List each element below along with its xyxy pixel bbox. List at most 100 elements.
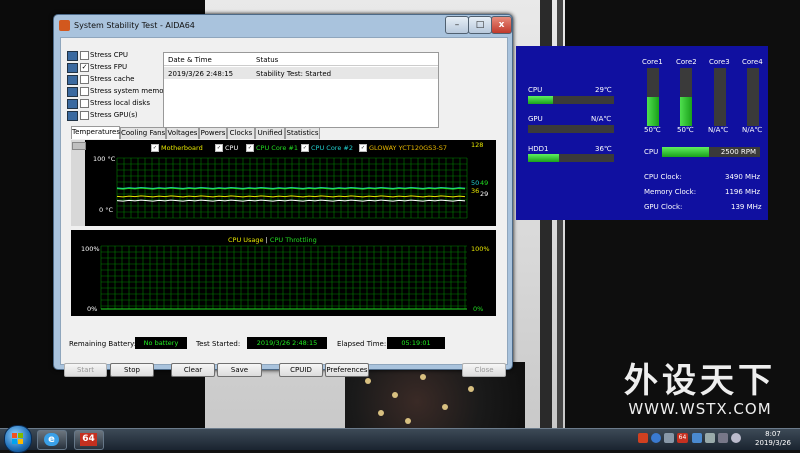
legend-checkbox[interactable]: ✓ [151, 144, 159, 152]
taskbar-ie-button[interactable]: e [37, 430, 67, 450]
tab-statistics[interactable]: Statistics [285, 127, 320, 139]
tab-voltages[interactable]: Voltages [166, 127, 199, 139]
core2-bar [680, 68, 692, 126]
save-button[interactable]: Save [217, 363, 262, 377]
stress-option[interactable]: Stress GPU(s) [67, 110, 167, 122]
core1-bar-fill [647, 97, 659, 126]
temperature-graph: ✓ Motherboard ✓ CPU ✓ CPU Core #1 ✓ CPU Core #2… [71, 140, 496, 226]
legend-item[interactable]: ✓ CPU [215, 144, 238, 152]
stress-option[interactable]: Stress local disks [67, 98, 167, 110]
hdd-temp-bar-fill [528, 154, 559, 162]
status-row: Remaining Battery: No battery Test Start… [69, 337, 509, 351]
cpuid-button[interactable]: CPUID [279, 363, 323, 377]
cpu-temp-bar-fill [528, 96, 553, 104]
gpu-icon [67, 111, 78, 121]
clear-button[interactable]: Clear [171, 363, 215, 377]
core2-bar-fill [680, 97, 692, 126]
fpu-icon [67, 63, 78, 73]
stress-options: Stress CPU ✓ Stress FPU Stress cache Stress … [67, 50, 171, 122]
stress-checkbox[interactable]: ✓ [80, 63, 89, 72]
legend-checkbox[interactable]: ✓ [301, 144, 309, 152]
log-table: Date & Time Status 2019/3/26 2:48:15 Sta… [163, 52, 439, 128]
keyboard-icon[interactable] [664, 433, 674, 443]
system-clock[interactable]: 8:07 2019/3/26 [748, 430, 798, 448]
core3-bar [714, 68, 726, 126]
help-icon[interactable] [651, 433, 661, 443]
col-date-time[interactable]: Date & Time [168, 56, 212, 64]
stress-label: Stress system memory [90, 87, 171, 95]
stress-option[interactable]: ✓ Stress FPU [67, 62, 167, 74]
tray-aida-icon[interactable] [638, 433, 648, 443]
close-window-button[interactable]: x [491, 16, 512, 34]
gpu-temp-label: GPU [528, 115, 543, 123]
start-button[interactable]: Start [64, 363, 107, 377]
cpu-clock-value: 3490 MHz [725, 173, 761, 181]
legend-checkbox[interactable]: ✓ [246, 144, 254, 152]
legend-label: GLOWAY YCT120GS3-S7 [369, 144, 448, 152]
col-status[interactable]: Status [256, 56, 278, 64]
legend-checkbox[interactable]: ✓ [359, 144, 367, 152]
legend-label: CPU Core #1 [256, 144, 298, 152]
log-header: Date & Time Status [164, 53, 438, 66]
log-date-cell: 2019/3/26 2:48:15 [168, 70, 234, 78]
table-row[interactable]: 2019/3/26 2:48:15 Stability Test: Starte… [164, 67, 438, 79]
volume-icon[interactable] [731, 433, 741, 443]
legend-checkbox[interactable]: ✓ [215, 144, 223, 152]
cpu-temp-label: CPU [528, 86, 543, 94]
y-axis-bottom: 0 °C [99, 206, 113, 214]
stress-option[interactable]: Stress CPU [67, 50, 167, 62]
legend-item[interactable]: ✓ Motherboard [151, 144, 203, 152]
stop-button[interactable]: Stop [110, 363, 154, 377]
taskbar-aida64-button[interactable]: 64 [74, 430, 104, 450]
core3-temp: N/A℃ [708, 126, 729, 134]
close-button[interactable]: Close [462, 363, 506, 377]
stress-option[interactable]: Stress system memory [67, 86, 171, 98]
cpu-usage-title: CPU Usage [228, 236, 264, 244]
windows-logo-red [12, 433, 17, 438]
usage-right-bottom: 0% [473, 305, 484, 313]
flag-tray-icon[interactable] [718, 433, 728, 443]
usage-y-bottom: 0% [87, 305, 98, 313]
cache-icon [67, 75, 78, 85]
stress-checkbox[interactable] [80, 75, 89, 84]
battery-value: No battery [135, 337, 187, 349]
temperature-trace [116, 199, 466, 202]
core4-bar [747, 68, 759, 126]
tab-powers[interactable]: Powers [199, 127, 227, 139]
stress-checkbox[interactable] [80, 111, 89, 120]
windows-logo-blue [12, 439, 17, 444]
core2-temp: 50℃ [677, 126, 694, 134]
tab-unified[interactable]: Unified [255, 127, 285, 139]
aida64-icon: 64 [80, 433, 97, 446]
mem-clock-label: Memory Clock: [644, 188, 697, 196]
tools-tray-icon[interactable] [705, 433, 715, 443]
legend-item[interactable]: ✓ CPU Core #2 [301, 144, 353, 152]
usage-right-top: 100% [471, 245, 490, 253]
title-bar[interactable]: System Stability Test - AIDA64 – □ x [54, 15, 512, 37]
window-title: System Stability Test - AIDA64 [74, 21, 195, 30]
hdd-temp-label: HDD1 [528, 145, 549, 153]
aida64-tray-icon[interactable]: 64 [677, 433, 688, 443]
cpu-icon [67, 51, 78, 61]
legend-item[interactable]: ✓ CPU Core #1 [246, 144, 298, 152]
tab-temperatures[interactable]: Temperatures [71, 126, 120, 139]
temperature-trace [116, 187, 466, 190]
gpu-temp-value: N/A℃ [591, 115, 612, 123]
cpu-clock-label: CPU Clock: [644, 173, 682, 181]
log-status-cell: Stability Test: Started [256, 70, 332, 78]
tab-cooling-fans[interactable]: Cooling Fans [120, 127, 166, 139]
network-tray-icon[interactable] [692, 433, 702, 443]
watermark-url: WWW.WSTX.COM [628, 400, 772, 418]
cpu-throttling-title: CPU Throttling [269, 236, 317, 244]
stress-checkbox[interactable] [80, 99, 89, 108]
legend-item[interactable]: ✓ GLOWAY YCT120GS3-S7 [359, 144, 447, 152]
stress-option[interactable]: Stress cache [67, 74, 167, 86]
stress-checkbox[interactable] [80, 51, 89, 60]
watermark-title: 外设天下 [624, 361, 776, 401]
preferences-button[interactable]: Preferences [325, 363, 369, 377]
minimize-button[interactable]: – [445, 16, 469, 34]
stress-checkbox[interactable] [80, 87, 89, 96]
legend-label: Motherboard [161, 144, 203, 152]
maximize-button[interactable]: □ [468, 16, 492, 34]
tab-clocks[interactable]: Clocks [227, 127, 255, 139]
